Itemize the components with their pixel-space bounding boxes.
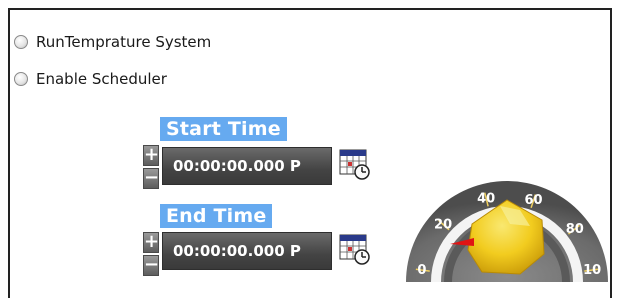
radio-circle-icon[interactable]	[14, 35, 28, 49]
start-time-field[interactable]: 00:00:00.000 P	[162, 147, 332, 185]
start-time-label: Start Time	[160, 117, 287, 141]
temperature-knob[interactable]: 0 20 40 60 80 10	[402, 142, 612, 282]
radio-circle-icon[interactable]	[14, 72, 28, 86]
end-time-label: End Time	[160, 204, 273, 228]
gauge-tick-label: 10	[583, 263, 601, 278]
gauge-tick-label: 20	[434, 217, 452, 232]
gauge-tick-label: 40	[477, 192, 495, 207]
gauge-tick-label: 0	[417, 263, 426, 278]
end-time-field[interactable]: 00:00:00.000 P	[162, 232, 332, 270]
run-temperature-label: RunTemprature System	[36, 33, 212, 51]
gauge-tick-label: 60	[525, 193, 543, 208]
end-time-calendar-clock-icon[interactable]	[338, 232, 372, 266]
gauge-tick-label: 80	[566, 222, 584, 237]
enable-scheduler-radio[interactable]: Enable Scheduler	[14, 70, 167, 88]
start-time-stepper[interactable]: + −	[143, 145, 159, 189]
start-time-calendar-clock-icon[interactable]	[338, 147, 372, 181]
enable-scheduler-label: Enable Scheduler	[36, 70, 167, 88]
start-time-increment-button[interactable]: +	[143, 145, 159, 166]
end-time-increment-button[interactable]: +	[143, 232, 159, 253]
end-time-decrement-button[interactable]: −	[143, 255, 159, 276]
end-time-stepper[interactable]: + −	[143, 232, 159, 276]
start-time-decrement-button[interactable]: −	[143, 168, 159, 189]
run-temperature-radio[interactable]: RunTemprature System	[14, 33, 211, 51]
